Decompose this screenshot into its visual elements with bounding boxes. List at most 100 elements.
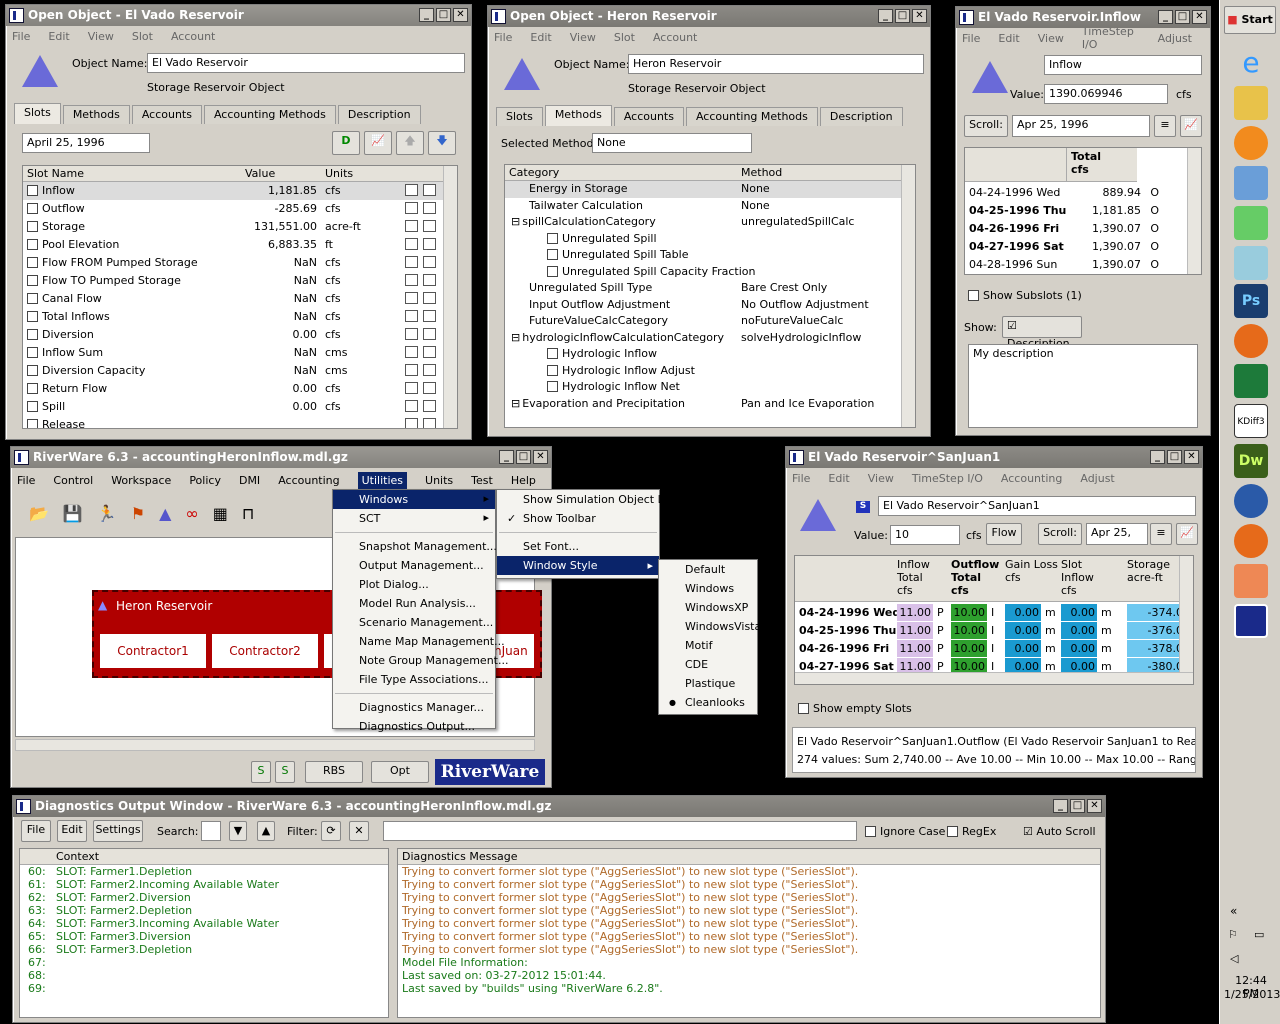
cell-value[interactable]: 0.00 [1005,622,1041,639]
list-item[interactable]: 69: [20,982,388,995]
menu-slot[interactable]: Slot [614,31,635,44]
info-icon[interactable] [423,328,436,340]
menu-utilities[interactable]: Utilities [357,471,408,489]
tab-description[interactable]: Description [819,107,903,126]
flag-icon[interactable] [405,418,418,428]
list-item[interactable]: 65: SLOT: Farmer3.Diversion [20,930,388,943]
menu-units[interactable]: Units [425,474,453,487]
flag-icon[interactable] [405,346,418,358]
list-item[interactable]: 67: [20,956,388,969]
table-row[interactable]: Diversion Capacity NaN cms [23,362,457,380]
contractor1-box[interactable]: Contractor1 [100,634,206,668]
table-row[interactable]: Input Outflow Adjustment No Outflow Adjus… [505,297,915,314]
menu-accounting[interactable]: Accounting [1001,472,1062,485]
info-icon[interactable] [423,418,436,428]
object-name-field[interactable]: El Vado Reservoir [147,53,465,73]
auto-scroll-checkbox[interactable]: ☑ Auto Scroll [1023,825,1096,838]
tab-methods[interactable]: Methods [544,105,612,126]
menu-dmi[interactable]: DMI [239,474,260,487]
tab-methods[interactable]: Methods [62,105,130,124]
table-row[interactable]: 04-27-1996 Sat 1,390.07 O [965,238,1187,256]
table-row[interactable]: 04-25-1996 Thu 1,181.85 O [965,202,1187,220]
table-row[interactable]: Hydrologic Inflow [505,346,915,363]
info-icon[interactable] [423,256,436,268]
menu-item-set-font[interactable]: Set Font... [497,537,659,556]
scroll-date-field[interactable]: Apr 25, 1996 [1012,115,1150,137]
table-row[interactable]: Flow FROM Pumped Storage NaN cfs [23,254,457,272]
scroll-button[interactable]: Scroll: [964,115,1008,137]
link-icon[interactable]: ∞ [185,504,198,523]
context-header-label[interactable]: Context [56,850,99,863]
menu-edit[interactable]: Edit [530,31,551,44]
menu-item-window-style[interactable]: Window Style ▸ [497,556,659,575]
menu-item-style-default[interactable]: Default [659,560,757,579]
titlebar[interactable]: RiverWare 6.3 - accountingHeronInflow.md… [11,447,551,468]
flow-button[interactable]: Flow [986,523,1022,545]
tab-accounting-methods[interactable]: Accounting Methods [203,105,336,124]
list-item[interactable]: Trying to convert former slot type ("Agg… [398,865,1100,878]
menu-policy[interactable]: Policy [189,474,221,487]
vertical-scrollbar[interactable] [1187,148,1201,274]
tab-accounts[interactable]: Accounts [131,105,202,124]
tab-accounting-methods[interactable]: Accounting Methods [685,107,818,126]
list-item[interactable]: Trying to convert former slot type ("Agg… [398,917,1100,930]
run-multiple-icon[interactable]: ⚑ [131,504,145,523]
table-row[interactable]: Storage 131,551.00 acre-ft [23,218,457,236]
table-row[interactable]: Diversion 0.00 cfs [23,326,457,344]
table-row[interactable]: FutureValueCalcCategory noFutureValueCalc [505,313,915,330]
titlebar[interactable]: Diagnostics Output Window - RiverWare 6.… [13,796,1105,817]
list-item[interactable]: 63: SLOT: Farmer2.Depletion [20,904,388,917]
table-row[interactable]: Unregulated Spill Type Bare Crest Only [505,280,915,297]
search-down-button[interactable]: ▼ [229,821,247,841]
info-icon[interactable] [423,292,436,304]
open-icon[interactable]: 📂 [29,504,49,523]
menu-view[interactable]: View [868,472,894,485]
menu-file[interactable]: File [12,30,30,43]
table-row[interactable]: ⊟ spillCalculationCategory unregulatedSpil… [505,214,915,231]
info-icon[interactable] [423,400,436,412]
col-category[interactable]: Category [509,166,559,179]
titlebar[interactable]: Open Object - Heron Reservoir _ □ ✕ [488,6,930,27]
menu-item-style-motif[interactable]: Motif [659,636,757,655]
titlebar[interactable]: Open Object - El Vado Reservoir _ □ ✕ [6,5,471,26]
internet-explorer-icon[interactable]: e [1234,46,1268,80]
minimize-button[interactable]: _ [1150,450,1165,464]
info-icon[interactable] [423,310,436,322]
table-row[interactable]: Energy in Storage None [505,181,915,198]
menu-view[interactable]: View [88,30,114,43]
col-total[interactable]: Total [1071,150,1133,163]
cell-value[interactable]: 0.00 [1005,604,1041,621]
menu-edit[interactable]: Edit [48,30,69,43]
list-item[interactable]: Last saved on: 03-27-2012 15:01:44. [398,969,1100,982]
run-icon[interactable]: 🏃 [97,504,117,523]
checkbox-icon[interactable] [798,703,809,714]
menu-adjust[interactable]: Adjust [1080,472,1114,485]
cell-value[interactable]: 0.00 [1061,622,1097,639]
list-item[interactable]: Last saved by "builds" using "RiverWare … [398,982,1100,995]
plot-button[interactable]: 📈 [364,131,392,155]
menu-item-note-group-management[interactable]: Note Group Management... [333,651,508,670]
cell-value[interactable]: 10.00 [951,640,987,657]
selected-method-select[interactable]: None [592,133,752,153]
col-header[interactable]: Inflow Total cfs [897,558,951,597]
firefox-2-icon[interactable] [1234,524,1268,558]
list-item[interactable]: 68: [20,969,388,982]
horizontal-scrollbar[interactable] [15,739,535,751]
table-row[interactable]: Release [23,416,457,428]
table-row[interactable]: 04-25-1996 Thu 11.00 P 10.00 I 0.00 m 0.00 m -376… [795,622,1185,640]
menu-item-diagnostics-output[interactable]: Diagnostics Output... [333,717,495,736]
sim-button-2[interactable]: S [275,761,295,783]
close-button[interactable]: ✕ [1184,450,1199,464]
menu-item-plot-dialog[interactable]: Plot Dialog... [333,575,495,594]
flag-icon[interactable] [405,274,418,286]
volume-icon[interactable]: ◁ [1230,952,1238,965]
menu-view[interactable]: View [570,31,596,44]
info-icon[interactable] [423,274,436,286]
cell-value[interactable]: -378.0 [1127,640,1185,657]
menu-item-output-management[interactable]: Output Management... [333,556,495,575]
info-icon[interactable] [423,364,436,376]
menu-timestep-i-o[interactable]: TimeStep I/O [1082,25,1140,51]
maximize-button[interactable]: □ [1070,799,1085,813]
col-header[interactable]: Storage acre-ft [1127,558,1185,584]
cell-value[interactable]: 0.00 [1005,640,1041,657]
